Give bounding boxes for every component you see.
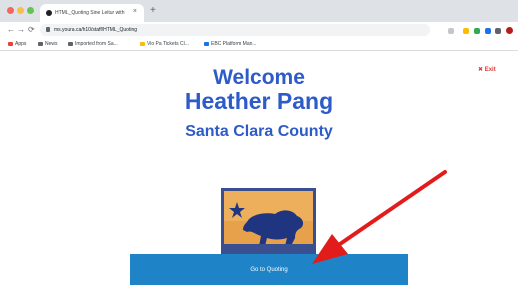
- california-bear-flag-icon: [221, 188, 316, 254]
- address-url: ms.youra.ca/h10/staff/HTML_Quoting: [54, 27, 138, 33]
- tab-close-icon[interactable]: ×: [133, 8, 137, 15]
- browser-tab[interactable]: HTML_Quoting Sine Leitur with ×: [40, 4, 144, 22]
- folder-icon: [68, 41, 73, 46]
- ticket-icon: [140, 41, 145, 46]
- bookmark-label: Imported from Sa...: [75, 41, 118, 47]
- close-window-icon[interactable]: [7, 7, 14, 14]
- reload-icon[interactable]: ⟳: [28, 25, 35, 34]
- profile-avatar[interactable]: [506, 27, 513, 34]
- forward-icon[interactable]: →: [17, 25, 25, 34]
- bookmark-star-icon[interactable]: [448, 28, 454, 34]
- new-tab-icon[interactable]: +: [150, 5, 156, 16]
- tab-favicon-icon: [46, 10, 52, 16]
- bookmark-news[interactable]: News: [38, 41, 58, 47]
- extension-icon[interactable]: [485, 28, 491, 34]
- bookmark-label: EBC Platform Man...: [211, 41, 257, 47]
- browser-toolbar: ← → ⟳ ms.youra.ca/h10/staff/HTML_Quoting: [0, 22, 518, 39]
- user-name: Heather Pang: [184, 88, 334, 114]
- minimize-window-icon[interactable]: [17, 7, 24, 14]
- bookmark-apps[interactable]: Apps: [8, 41, 26, 47]
- welcome-heading: Welcome: [213, 66, 305, 89]
- bookmark-imported[interactable]: Imported from Sa...: [68, 41, 118, 47]
- tab-title: HTML_Quoting Sine Leitur with: [55, 10, 125, 16]
- site-icon: [204, 41, 209, 46]
- apps-icon: [8, 41, 13, 46]
- county-name: Santa Clara County: [185, 123, 333, 140]
- go-to-quoting-button[interactable]: Go to Quoting: [130, 254, 408, 285]
- bookmark-label: News: [45, 41, 58, 47]
- extension-icon[interactable]: [463, 28, 469, 34]
- bookmark-tickets[interactable]: Vio Pa Tickets Cl...: [140, 41, 189, 47]
- extension-icon[interactable]: [474, 28, 480, 34]
- bookmarks-bar: Apps News Imported from Sa... Vio Pa Tic…: [0, 39, 518, 51]
- browser-tab-strip: HTML_Quoting Sine Leitur with × +: [0, 0, 518, 22]
- address-bar[interactable]: ms.youra.ca/h10/staff/HTML_Quoting: [40, 24, 430, 36]
- lock-icon: [46, 27, 50, 32]
- folder-icon: [38, 41, 43, 46]
- bookmark-label: Apps: [15, 41, 27, 47]
- back-icon[interactable]: ←: [7, 25, 15, 34]
- extensions-puzzle-icon[interactable]: [495, 28, 501, 34]
- maximize-window-icon[interactable]: [27, 7, 34, 14]
- bookmark-label: Vio Pa Tickets Cl...: [147, 41, 189, 47]
- bookmark-ebc[interactable]: EBC Platform Man...: [204, 41, 257, 47]
- exit-button[interactable]: ✖ Exit: [478, 66, 496, 73]
